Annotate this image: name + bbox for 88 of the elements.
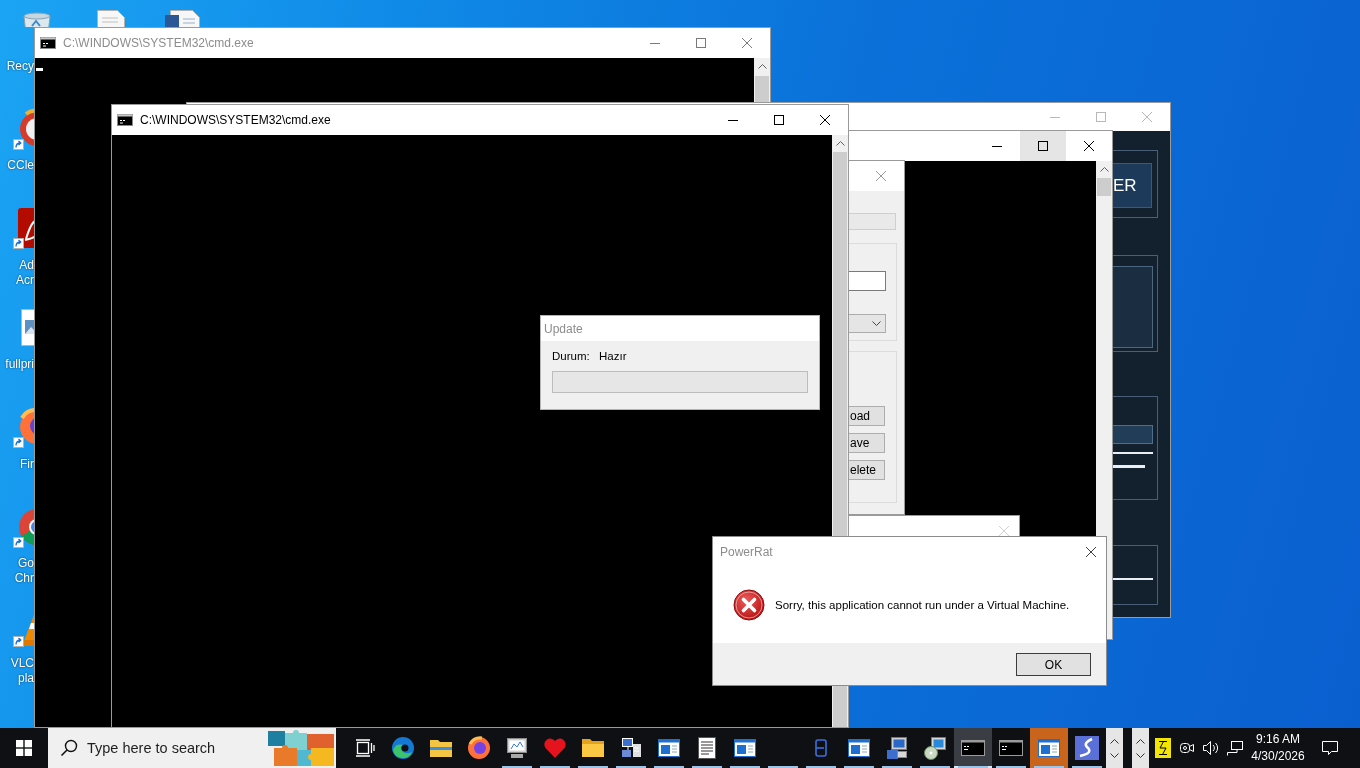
window-icon [733,738,757,758]
close-icon [998,526,1009,536]
close-icon [1085,547,1096,557]
clock-time: 9:16 AM [1256,731,1300,748]
close-icon [820,115,830,125]
window-icon [847,738,871,758]
maximize-icon [1096,112,1106,122]
puzzle-image [265,728,336,768]
window-title: Update [544,321,583,336]
heart-icon [543,737,567,759]
browser-icon [391,736,415,760]
input-field[interactable] [849,271,886,291]
console-icon [999,740,1023,756]
window-icon [657,738,681,758]
document-icon[interactable] [95,9,127,27]
notification-icon [1321,739,1339,757]
window-icon [1037,738,1061,758]
status-value: Hazır [599,349,627,363]
document-icon[interactable] [164,9,202,27]
chevron-down-icon [1136,752,1145,758]
maximize-icon [774,115,784,125]
minimize-icon [992,145,1002,147]
console-icon [40,37,56,49]
status-label: Durum: [552,349,591,363]
volume-icon [1202,740,1220,756]
maximize-icon [1038,141,1048,151]
icon-label: Fir [20,456,34,472]
zigzag-tile-icon [1155,738,1171,758]
taskbar-button[interactable] [954,728,992,768]
minimize-icon [1050,116,1060,118]
chevron-up-icon [757,64,767,69]
icon-label: Chr [14,571,34,586]
chevron-up-icon [1099,167,1109,172]
action-button[interactable]: ER [1113,163,1152,208]
close-icon [1142,112,1152,122]
chevron-down-icon [872,321,881,326]
network-icon [1226,740,1244,756]
maximize-button[interactable] [1020,131,1066,161]
ok-button[interactable]: OK [1016,653,1091,676]
icon-label: fullpri [5,357,34,372]
window-title: C:\WINDOWS\SYSTEM32\cmd.exe [63,36,254,50]
chevron-down-icon [1110,752,1119,758]
computer-disc-icon [923,736,947,760]
computer-icon [885,736,909,760]
minimize-icon [728,119,738,121]
document-icon [697,736,717,760]
close-icon [876,171,886,181]
folder-icon [429,737,453,759]
minimize-icon [650,42,660,44]
search-input[interactable]: Type here to search [87,740,265,756]
icon-label: Ad [19,257,34,273]
console-icon [117,114,133,126]
swirl-icon [1075,736,1099,760]
chevron-up-icon [1110,738,1119,744]
file-icon [815,739,827,757]
icon-label: pla [18,670,34,686]
action-button[interactable]: oad [849,406,885,426]
scrollbar-thumb[interactable] [1097,178,1111,196]
windows-logo-icon [16,740,32,756]
close-icon [742,38,752,48]
browser-icon [467,736,491,760]
pdf-reader-icon[interactable] [17,207,34,249]
message-text: Sorry, this application cannot run under a Virtual Machine. [775,599,1070,611]
task-view-icon [355,739,375,757]
action-button[interactable]: ave [849,433,885,453]
maximize-icon [696,38,706,48]
close-icon [1084,141,1094,151]
icon-label: Go [18,556,34,571]
text-field[interactable] [849,213,896,230]
search-box[interactable]: Type here to search [48,728,336,768]
network-computer-icon [619,736,643,760]
chevron-up-icon [835,141,845,146]
action-button[interactable]: elete [849,460,885,480]
chevron-up-icon [1136,738,1145,744]
icon-label: VLC [10,655,34,671]
window-title: PowerRat [720,545,773,559]
console-icon [961,740,985,756]
clock-date: 4/30/2026 [1251,748,1305,765]
camera-icon [1178,740,1196,756]
folder-icon [581,737,605,759]
search-icon [60,739,78,757]
icon-label: Acr [16,272,34,288]
icon-label: Recy [6,58,34,74]
icon-label: CCle [7,158,34,173]
input-field[interactable] [1113,425,1153,444]
window-title: C:\WINDOWS\SYSTEM32\cmd.exe [140,113,331,127]
monitor-chart-icon [505,737,529,759]
error-icon [733,589,765,621]
